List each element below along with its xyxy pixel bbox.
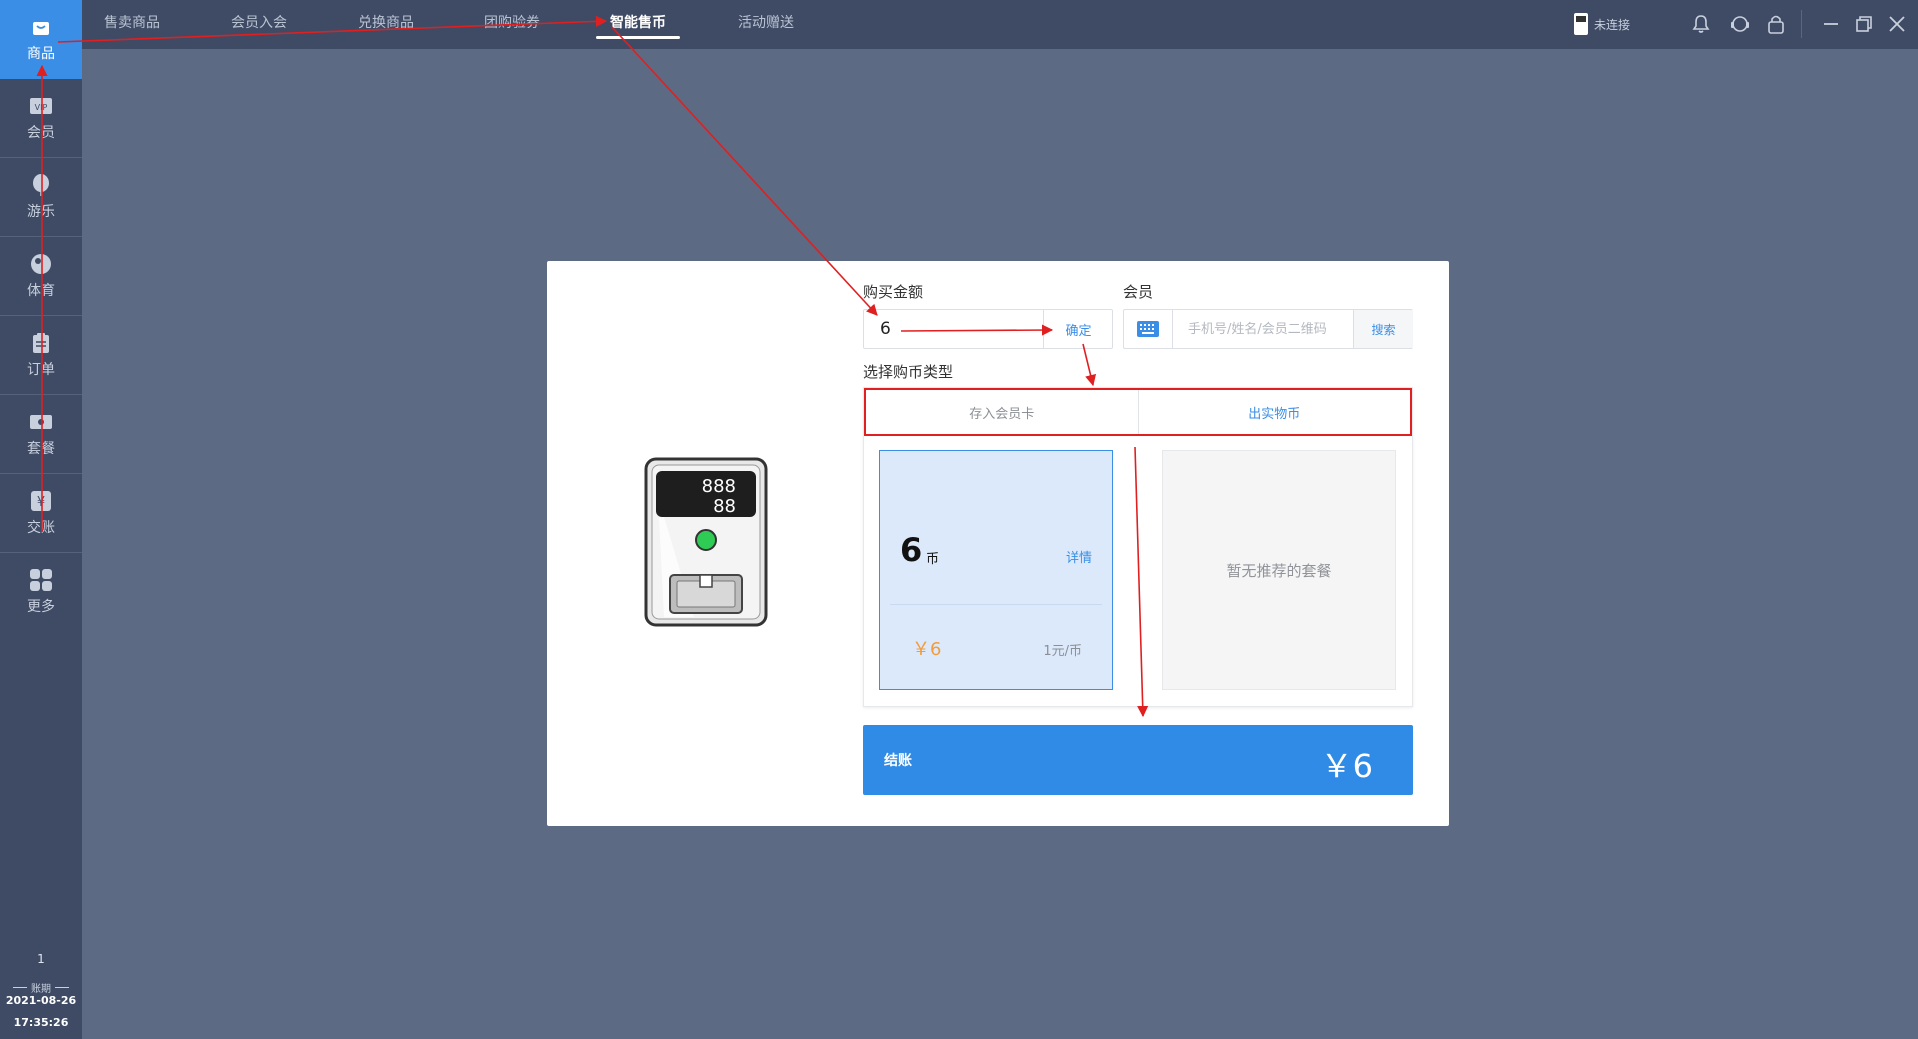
package-coin-count: 6: [900, 531, 923, 569]
package-rate: 1元/币: [1043, 644, 1082, 659]
sidebar-item-orders[interactable]: 订单: [0, 316, 82, 395]
sidebar-item-label: 会员: [27, 124, 55, 141]
checkout-label: 结账: [884, 753, 912, 769]
coin-type-label: 选择购币类型: [863, 363, 954, 381]
divider: [1801, 10, 1802, 38]
page-number: 1: [37, 952, 45, 966]
empty-recommendation: 暂无推荐的套餐: [1162, 450, 1396, 690]
checkout-amount: ￥6: [1320, 747, 1373, 785]
clipboard-icon: [29, 332, 53, 354]
coin-machine-illustration: 888 88: [644, 457, 768, 627]
sidebar-item-label: 商品: [27, 46, 55, 62]
sidebar-item-label: 更多: [27, 599, 55, 615]
package-divider: [890, 604, 1102, 605]
svg-text:VIP: VIP: [35, 103, 48, 112]
amount-label: 购买金额: [863, 283, 924, 301]
amount-input[interactable]: [864, 310, 1043, 348]
coin-package-card[interactable]: 6 币 详情 ￥6 1元/币: [879, 450, 1113, 690]
bell-icon[interactable]: [1689, 12, 1713, 36]
sidebar-item-settlement[interactable]: ¥ 交账: [0, 474, 82, 553]
checkout-button[interactable]: 结账 ￥6: [863, 725, 1413, 795]
machine-display-line2: 88: [713, 496, 736, 517]
sidebar-item-packages[interactable]: 套餐: [0, 395, 82, 474]
vip-card-icon: VIP: [29, 95, 53, 117]
smart-coin-sale-dialog: 888 88 购买金额 确定 会员 搜索 选择购币类型 存入会员卡 出实物币 6…: [547, 261, 1449, 826]
close-icon[interactable]: [1885, 12, 1909, 36]
bag-icon: [29, 16, 53, 38]
sidebar: 商品 VIP 会员 游乐 体育 订单 套餐 ¥ 交账 更多 1 账期 2021-…: [0, 0, 82, 1039]
machine-display-line1: 888: [702, 476, 736, 497]
grid-icon: [29, 569, 53, 591]
lock-icon[interactable]: [1764, 12, 1788, 36]
confirm-button[interactable]: 确定: [1043, 310, 1113, 348]
ball-icon: [29, 253, 53, 275]
restore-icon[interactable]: [1852, 12, 1876, 36]
amount-field: 确定: [863, 309, 1113, 349]
tab-dispense-physical-coins[interactable]: 出实物币: [1137, 390, 1411, 434]
tab-sell-goods[interactable]: 售卖商品: [104, 0, 160, 49]
member-label: 会员: [1123, 283, 1154, 301]
tab-member-join[interactable]: 会员入会: [231, 0, 287, 49]
top-navigation: 售卖商品 会员入会 兑换商品 团购验券 智能售币 活动赠送 未连接: [82, 0, 1918, 49]
sidebar-item-sports[interactable]: 体育: [0, 237, 82, 316]
sidebar-item-label: 套餐: [27, 440, 55, 457]
coin-type-tabs: 存入会员卡 出实物币: [864, 388, 1412, 436]
device-icon: [1574, 13, 1588, 35]
sidebar-item-label: 订单: [27, 361, 55, 378]
keyboard-icon: [1137, 321, 1159, 337]
tab-group-voucher[interactable]: 团购验券: [484, 0, 540, 49]
sidebar-item-label: 体育: [27, 282, 55, 299]
package-price: ￥6: [912, 639, 942, 660]
member-search-field: 搜索: [1123, 309, 1413, 349]
package-coin-unit: 币: [926, 552, 940, 567]
minimize-icon[interactable]: [1819, 12, 1843, 36]
ticket-icon: [29, 411, 53, 433]
coin-type-panel: 存入会员卡 出实物币 6 币 详情 ￥6 1元/币 暂无推荐的套餐: [863, 387, 1413, 707]
period-date: 2021-08-26: [5, 994, 77, 1007]
svg-text:¥: ¥: [37, 495, 45, 510]
support-icon[interactable]: [1728, 12, 1752, 36]
sidebar-item-label: 交账: [27, 519, 55, 536]
device-connection-status[interactable]: 未连接: [1574, 13, 1630, 35]
member-search-input[interactable]: [1173, 310, 1353, 348]
search-button[interactable]: 搜索: [1353, 310, 1413, 348]
sidebar-item-members[interactable]: VIP 会员: [0, 79, 82, 158]
tab-smart-coin-sale[interactable]: 智能售币: [596, 0, 680, 49]
sidebar-item-more[interactable]: 更多: [0, 553, 82, 632]
tab-redeem-goods[interactable]: 兑换商品: [358, 0, 414, 49]
period-label: 账期: [0, 980, 82, 995]
sidebar-item-label: 游乐: [27, 203, 55, 220]
sidebar-item-products[interactable]: 商品: [0, 0, 82, 79]
balloon-icon: [29, 173, 53, 196]
package-detail-link[interactable]: 详情: [1066, 547, 1092, 566]
period-time: 17:35:26: [13, 1016, 69, 1029]
keyboard-button[interactable]: [1124, 310, 1173, 348]
yen-icon: ¥: [29, 490, 53, 512]
tab-event-gift[interactable]: 活动赠送: [738, 0, 794, 49]
tab-store-to-card[interactable]: 存入会员卡: [866, 390, 1138, 434]
sidebar-item-amusement[interactable]: 游乐: [0, 158, 82, 237]
